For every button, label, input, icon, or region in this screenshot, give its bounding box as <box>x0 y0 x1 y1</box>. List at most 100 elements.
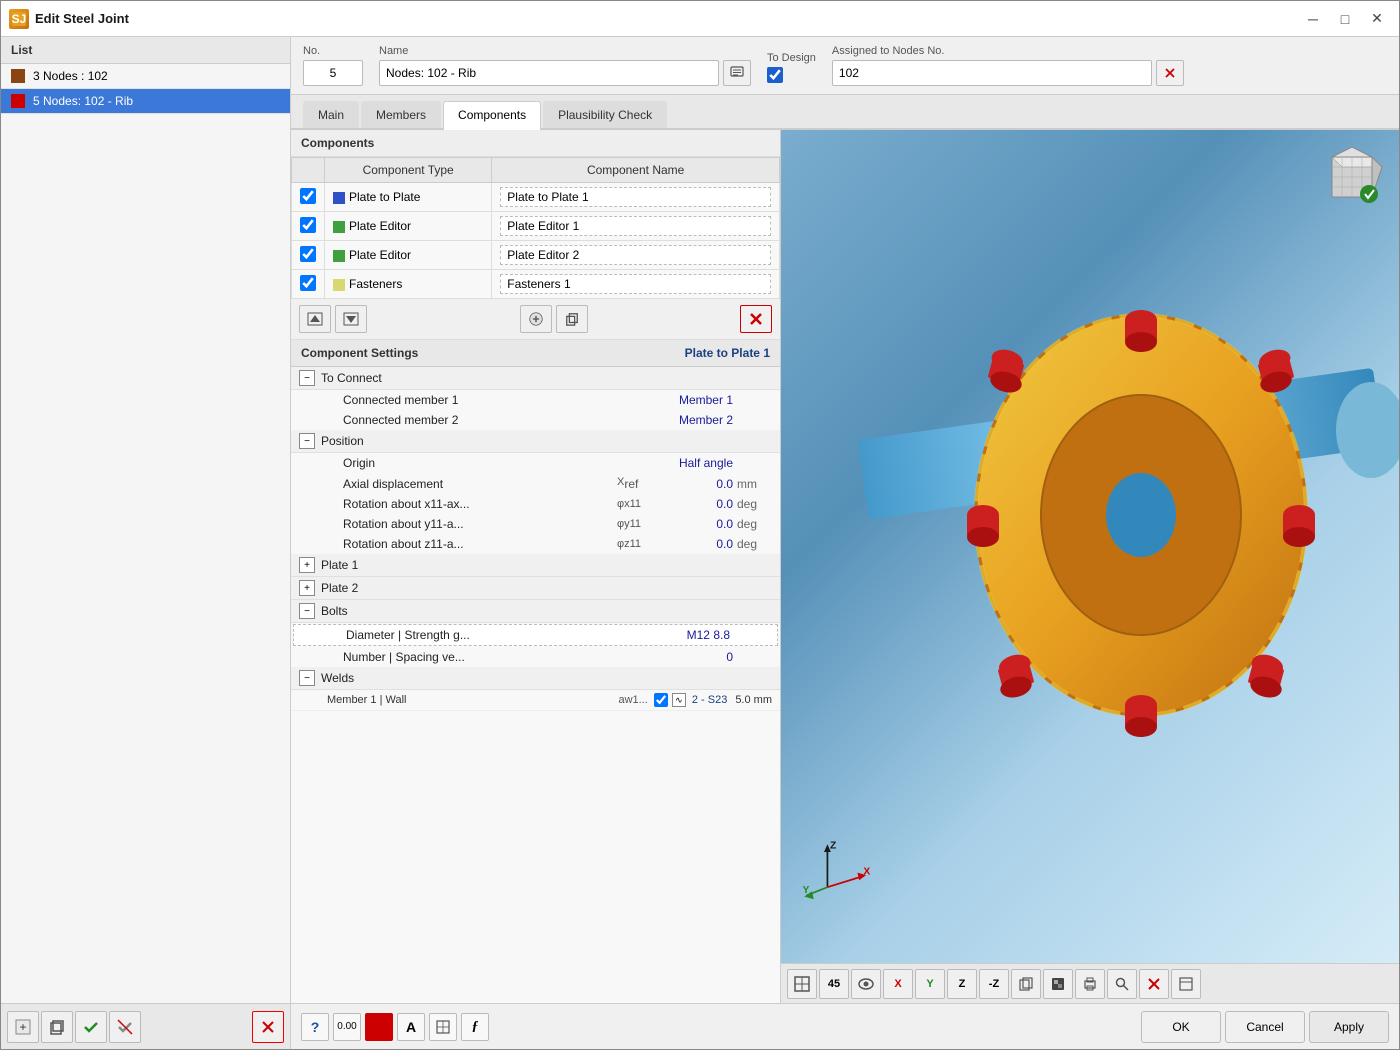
view-btn-search[interactable] <box>1107 969 1137 999</box>
text-button[interactable]: A <box>397 1013 425 1041</box>
svg-text:Y: Y <box>803 885 810 896</box>
comp-type-1: Plate to Plate <box>325 183 492 212</box>
to-design-checkbox[interactable] <box>767 67 783 83</box>
apply-button[interactable]: Apply <box>1309 1011 1389 1043</box>
no-input[interactable] <box>303 60 363 86</box>
add-component-button[interactable] <box>520 305 552 333</box>
group-to-connect-label: To Connect <box>321 371 772 385</box>
list-item[interactable]: 3 Nodes : 102 <box>1 64 290 89</box>
close-button[interactable]: ✕ <box>1363 9 1391 29</box>
component-toolbar <box>291 299 780 340</box>
group-plate2[interactable]: + Plate 2 <box>291 577 780 600</box>
help-button[interactable]: ? <box>301 1013 329 1041</box>
type-col-header: Component Type <box>325 158 492 183</box>
view-btn-copy[interactable] <box>1011 969 1041 999</box>
rotation-x-value: 0.0 <box>657 497 737 511</box>
comp-type-3: Plate Editor <box>325 241 492 270</box>
setting-rotation-x[interactable]: Rotation about x11-ax... φx11 0.0 deg <box>291 494 780 514</box>
view-btn-print[interactable] <box>1075 969 1105 999</box>
toggle-position[interactable]: − <box>299 433 315 449</box>
view-btn-negz[interactable]: -Z <box>979 969 1009 999</box>
settings-header: Component Settings Plate to Plate 1 <box>291 340 780 367</box>
group-welds[interactable]: − Welds <box>291 667 780 690</box>
setting-origin[interactable]: Origin Half angle <box>291 453 780 473</box>
units-button[interactable]: 0.00 <box>333 1013 361 1041</box>
setting-axial-displacement[interactable]: Axial displacement Xref 0.0 mm <box>291 473 780 494</box>
move-down-button[interactable] <box>335 305 367 333</box>
list-item-selected[interactable]: 5 Nodes: 102 - Rib <box>1 89 290 114</box>
comp-name-input-2[interactable] <box>500 216 771 236</box>
comp-check-4[interactable] <box>300 275 316 291</box>
view-btn-x[interactable]: X <box>883 969 913 999</box>
no-label: No. <box>303 45 363 57</box>
diameter-value: M12 8.8 <box>634 628 734 642</box>
toggle-welds[interactable]: − <box>299 670 315 686</box>
group-to-connect[interactable]: − To Connect <box>291 367 780 390</box>
group-plate2-label: Plate 2 <box>321 581 772 595</box>
comp-name-input-4[interactable] <box>500 274 771 294</box>
copy-component-button[interactable] <box>556 305 588 333</box>
delete-component-button[interactable] <box>740 305 772 333</box>
tab-components[interactable]: Components <box>443 101 541 130</box>
tab-members[interactable]: Members <box>361 101 441 128</box>
view-btn-eye[interactable] <box>851 969 881 999</box>
grid-button[interactable] <box>429 1013 457 1041</box>
copy-joint-button[interactable] <box>41 1011 73 1043</box>
toggle-bolts[interactable]: − <box>299 603 315 619</box>
comp-check-3[interactable] <box>300 246 316 262</box>
assigned-input[interactable] <box>832 60 1152 86</box>
weld-member-label: Member 1 | Wall <box>327 694 618 706</box>
weld-row-1[interactable]: Member 1 | Wall aw1... ∿ 2 - S23 5.0 mm <box>291 690 780 711</box>
view-btn-z[interactable]: Z <box>947 969 977 999</box>
toggle-to-connect[interactable]: − <box>299 370 315 386</box>
assigned-group: Assigned to Nodes No. <box>832 45 1184 86</box>
comp-name-cell-2 <box>492 212 780 241</box>
component-row-2[interactable]: Plate Editor <box>292 212 780 241</box>
move-up-button[interactable] <box>299 305 331 333</box>
comp-check-1[interactable] <box>300 188 316 204</box>
name-input[interactable] <box>379 60 719 86</box>
delete-joint-button[interactable] <box>252 1011 284 1043</box>
axial-displacement-label: Axial displacement <box>343 477 613 491</box>
view-btn-45[interactable]: 45 <box>819 969 849 999</box>
view-btn-y[interactable]: Y <box>915 969 945 999</box>
group-bolts[interactable]: − Bolts <box>291 600 780 623</box>
formula-button[interactable]: ƒ <box>461 1013 489 1041</box>
view-btn-close-view[interactable] <box>1139 969 1169 999</box>
ok-button[interactable]: OK <box>1141 1011 1221 1043</box>
view-btn-new[interactable] <box>1171 969 1201 999</box>
component-row-1[interactable]: Plate to Plate <box>292 183 780 212</box>
view-btn-render[interactable] <box>1043 969 1073 999</box>
setting-connected-1[interactable]: Connected member 1 Member 1 <box>291 390 780 410</box>
maximize-button[interactable]: □ <box>1331 9 1359 29</box>
view-btn-grid[interactable] <box>787 969 817 999</box>
comp-check-2[interactable] <box>300 217 316 233</box>
tab-plausibility[interactable]: Plausibility Check <box>543 101 667 128</box>
cancel-button[interactable]: Cancel <box>1225 1011 1305 1043</box>
setting-rotation-y[interactable]: Rotation about y11-a... φy11 0.0 deg <box>291 514 780 534</box>
minimize-button[interactable]: ─ <box>1299 9 1327 29</box>
check-button[interactable] <box>75 1011 107 1043</box>
group-position[interactable]: − Position <box>291 430 780 453</box>
setting-connected-2[interactable]: Connected member 2 Member 2 <box>291 410 780 430</box>
toggle-plate2[interactable]: + <box>299 580 315 596</box>
group-plate1[interactable]: + Plate 1 <box>291 554 780 577</box>
uncheck-button[interactable] <box>109 1011 141 1043</box>
setting-diameter[interactable]: Diameter | Strength g... M12 8.8 <box>293 624 778 646</box>
name-group: Name <box>379 45 751 86</box>
comp-name-input-3[interactable] <box>500 245 771 265</box>
tab-main[interactable]: Main <box>303 101 359 128</box>
color-button[interactable] <box>365 1013 393 1041</box>
left-panel: List 3 Nodes : 102 5 Nodes: 102 - Rib + <box>1 37 291 1049</box>
toggle-plate1[interactable]: + <box>299 557 315 573</box>
clear-assigned-button[interactable] <box>1156 60 1184 86</box>
comp-name-input-1[interactable] <box>500 187 771 207</box>
axial-param: Xref <box>617 476 657 491</box>
weld-check[interactable] <box>654 693 668 707</box>
setting-number[interactable]: Number | Spacing ve... 0 <box>291 647 780 667</box>
component-row-3[interactable]: Plate Editor <box>292 241 780 270</box>
add-joint-button[interactable]: + <box>7 1011 39 1043</box>
setting-rotation-z[interactable]: Rotation about z11-a... φz11 0.0 deg <box>291 534 780 554</box>
component-row-4[interactable]: Fasteners <box>292 270 780 299</box>
edit-name-button[interactable] <box>723 60 751 86</box>
